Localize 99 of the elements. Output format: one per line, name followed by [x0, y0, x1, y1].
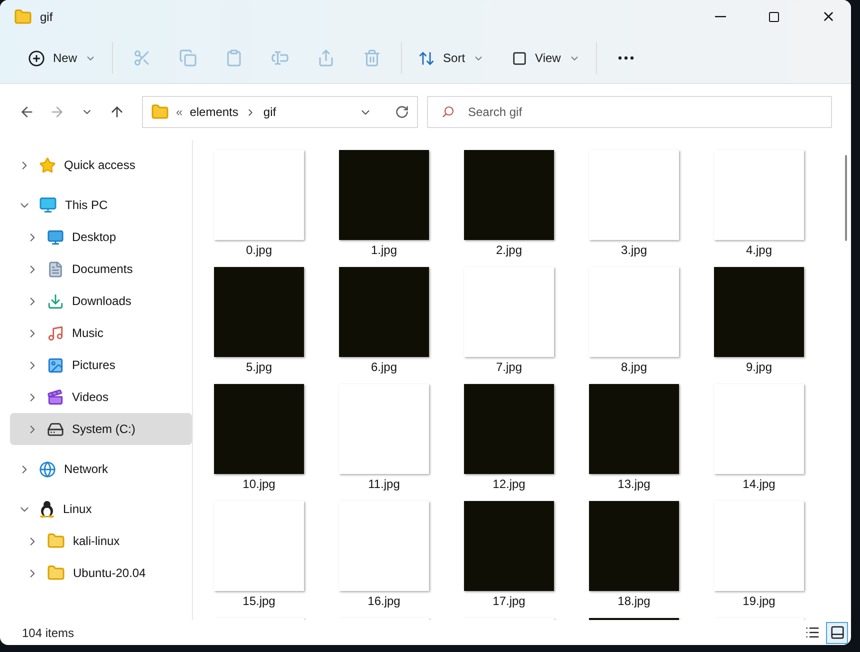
download-icon — [47, 292, 64, 310]
sort-icon — [418, 50, 436, 66]
file-name: 6.jpg — [370, 360, 398, 374]
document-icon — [47, 260, 64, 278]
drive-icon — [47, 420, 64, 438]
delete-icon — [363, 49, 382, 67]
maximize-icon — [768, 10, 780, 22]
scrollbar-thumb[interactable] — [845, 155, 847, 241]
breadcrumb[interactable]: elements — [190, 105, 238, 119]
up-icon — [109, 104, 125, 120]
thumbnail[interactable] — [464, 384, 554, 474]
file-name: 8.jpg — [620, 360, 648, 374]
share-icon — [317, 49, 336, 67]
tiles-view-button[interactable] — [826, 622, 848, 644]
penguin-icon — [39, 500, 55, 518]
sidebar-item[interactable]: Quick access — [10, 149, 192, 181]
thumbnail[interactable] — [589, 267, 679, 357]
file-name: 14.jpg — [742, 477, 776, 491]
file-name: 12.jpg — [492, 477, 526, 491]
thumbnail[interactable] — [214, 501, 304, 591]
folder-icon — [151, 103, 169, 121]
music-icon — [47, 324, 64, 342]
file-name: 16.jpg — [368, 594, 400, 608]
sidebar-item[interactable]: System (C:) — [10, 413, 192, 445]
file-name: 19.jpg — [742, 594, 776, 608]
thumbnail[interactable] — [339, 384, 429, 474]
folder-icon — [14, 8, 32, 26]
overflow-text[interactable]: « — [176, 105, 183, 119]
monitor-icon — [39, 196, 57, 214]
sidebar-item[interactable]: Music — [10, 317, 192, 349]
back-icon — [19, 104, 35, 120]
thumbnail[interactable] — [214, 384, 304, 474]
video-icon — [47, 388, 64, 406]
minimize-icon — [714, 16, 726, 18]
view-button[interactable]: View — [502, 41, 590, 75]
thumbnail[interactable] — [339, 501, 429, 591]
thumbnail[interactable] — [339, 150, 429, 240]
file-name: 9.jpg — [746, 360, 772, 374]
tiles-icon — [830, 625, 844, 640]
sidebar-item[interactable]: Desktop — [10, 221, 192, 253]
thumbnail[interactable] — [214, 267, 304, 357]
sidebar-item[interactable]: kali-linux — [10, 525, 192, 557]
address-bar[interactable]: « elements gif — [142, 96, 418, 128]
file-name: 11.jpg — [368, 477, 400, 491]
copy-icon — [179, 49, 198, 67]
new-button[interactable]: New — [18, 41, 106, 75]
thumbnail[interactable] — [214, 150, 304, 240]
sidebar-item[interactable]: Linux — [10, 493, 192, 525]
file-name: 4.jpg — [746, 243, 772, 257]
file-name: 1.jpg — [370, 243, 398, 257]
star-icon — [39, 156, 56, 174]
sort-button[interactable]: Sort — [408, 41, 494, 75]
sidebar-item[interactable]: Ubuntu-20.04 — [10, 557, 192, 589]
folder-icon — [47, 532, 65, 550]
sidebar-item[interactable]: Network — [10, 453, 192, 485]
search-field[interactable]: Search gif — [427, 96, 832, 128]
file-name: 2.jpg — [496, 243, 522, 257]
file-name: 18.jpg — [618, 594, 650, 608]
thumbnail[interactable] — [339, 267, 429, 357]
file-name: 10.jpg — [242, 477, 276, 491]
search-icon — [442, 106, 454, 118]
thumbnail[interactable] — [589, 501, 679, 591]
forward-icon — [49, 104, 65, 120]
sidebar-item[interactable]: Documents — [10, 253, 192, 285]
sidebar-item[interactable]: Pictures — [10, 349, 192, 381]
thumbnail[interactable] — [714, 501, 804, 591]
thumbnail[interactable] — [464, 501, 554, 591]
pictures-icon — [47, 356, 64, 374]
plus-icon — [28, 50, 45, 66]
file-name: 17.jpg — [492, 594, 526, 608]
window-title: gif — [40, 10, 54, 24]
sidebar-item[interactable]: Downloads — [10, 285, 192, 317]
desktop-icon — [47, 228, 64, 246]
sidebar-item[interactable]: This PC — [10, 189, 192, 221]
ellipsis-icon — [618, 56, 634, 60]
breadcrumb[interactable]: gif — [263, 105, 276, 119]
file-name: 3.jpg — [620, 243, 648, 257]
view-icon — [512, 50, 528, 66]
cut-icon — [133, 49, 152, 67]
paste-icon — [225, 49, 244, 67]
thumbnail[interactable] — [464, 267, 554, 357]
thumbnail[interactable] — [464, 150, 554, 240]
thumbnail[interactable] — [714, 267, 804, 357]
thumbnail[interactable] — [589, 150, 679, 240]
folder-icon — [47, 564, 65, 582]
network-icon — [39, 460, 56, 478]
refresh-icon[interactable] — [395, 105, 409, 119]
file-name: 15.jpg — [242, 594, 276, 608]
item-count: 104 items — [22, 626, 74, 640]
thumbnail[interactable] — [714, 150, 804, 240]
sidebar-item[interactable]: Videos — [10, 381, 192, 413]
thumbnail[interactable] — [714, 384, 804, 474]
rename-icon — [271, 49, 290, 67]
file-name: 13.jpg — [618, 477, 650, 491]
thumbnail[interactable] — [589, 384, 679, 474]
list-icon — [804, 625, 820, 640]
file-name: 7.jpg — [496, 360, 522, 374]
file-name: 5.jpg — [246, 360, 272, 374]
file-name: 0.jpg — [246, 243, 272, 257]
